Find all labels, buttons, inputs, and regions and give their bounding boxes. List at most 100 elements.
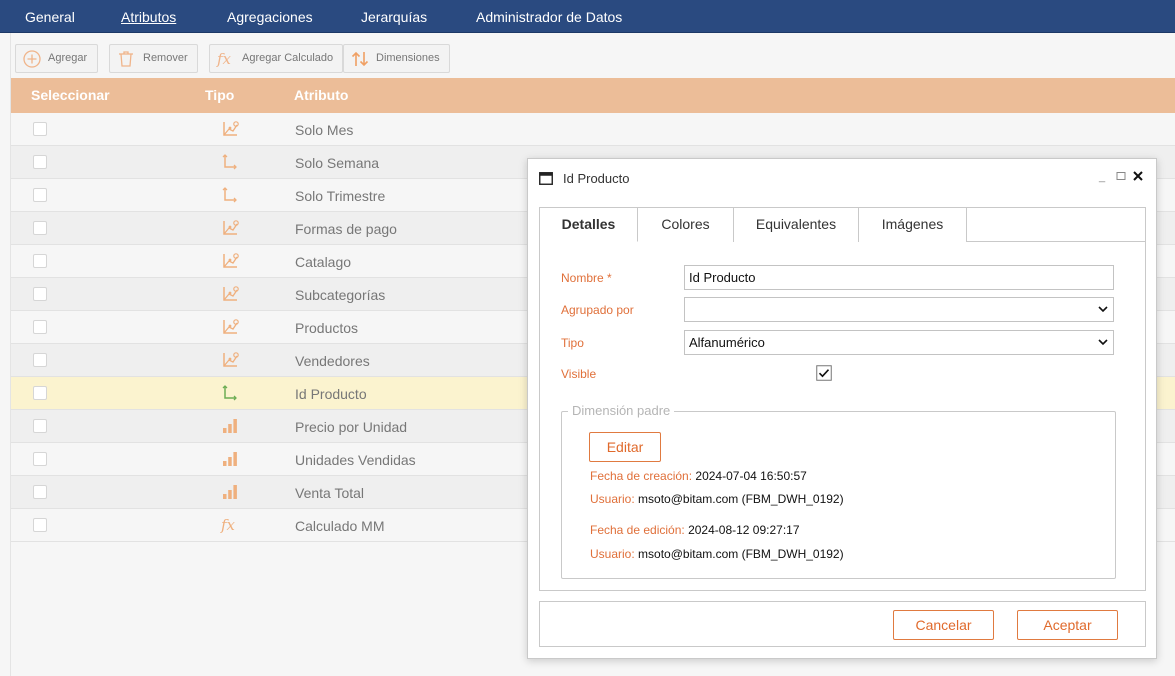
tab-equivalentes[interactable]: Equivalentes (734, 208, 859, 242)
cancel-button[interactable]: Cancelar (893, 610, 994, 640)
bar-measure-icon (223, 419, 237, 433)
row-select-checkbox[interactable] (33, 287, 47, 301)
attribute-dialog: Id Producto _ Detalles Colores Equivalen… (527, 158, 1157, 659)
attribute-name: Formas de pago (295, 221, 397, 237)
visible-checkbox[interactable] (816, 365, 832, 381)
remove-button-label: Remover (143, 52, 188, 64)
chevron-down-icon (1098, 339, 1108, 346)
hierarchy-dimension-icon (223, 319, 239, 334)
tipo-label: Tipo (561, 336, 584, 350)
creation-user: Usuario: msoto@bitam.com (FBM_DWH_0192) (590, 492, 844, 506)
tab-imagenes[interactable]: Imágenes (859, 208, 967, 242)
nav-general[interactable]: General (25, 0, 75, 33)
row-select-checkbox[interactable] (33, 419, 47, 433)
nav-administrador-datos[interactable]: Administrador de Datos (476, 0, 622, 33)
parent-dimension-legend: Dimensión padre (568, 403, 675, 418)
edit-date: Fecha de edición: 2024-08-12 09:27:17 (590, 523, 800, 537)
col-seleccionar[interactable]: Seleccionar (31, 87, 110, 103)
row-select-checkbox[interactable] (33, 485, 47, 499)
attribute-name: Solo Mes (295, 122, 354, 138)
row-select-checkbox[interactable] (33, 353, 47, 367)
col-atributo[interactable]: Atributo (294, 87, 348, 103)
tipo-select-value: Alfanumérico (689, 335, 765, 350)
grid-header: Seleccionar Tipo Atributo (11, 78, 1175, 113)
required-mark: * (607, 271, 612, 285)
attribute-name: Calculado MM (295, 518, 385, 534)
edit-date-value: 2024-08-12 09:27:17 (688, 523, 800, 537)
tab-colores[interactable]: Colores (638, 208, 734, 242)
row-select-checkbox[interactable] (33, 221, 47, 235)
bar-measure-icon (223, 452, 237, 466)
row-select-checkbox[interactable] (33, 518, 47, 532)
row-select-checkbox[interactable] (33, 155, 47, 169)
tab-detalles[interactable]: Detalles (540, 208, 638, 242)
creation-date: Fecha de creación: 2024-07-04 16:50:57 (590, 469, 807, 483)
add-button-label: Agregar (48, 52, 88, 64)
nombre-label-text: Nombre (561, 271, 604, 285)
minimize-button[interactable]: _ (1099, 171, 1105, 183)
edit-date-label: Fecha de edición: (590, 523, 685, 537)
edit-user-label: Usuario: (590, 547, 635, 561)
add-button[interactable]: Agregar (15, 44, 98, 73)
col-tipo[interactable]: Tipo (205, 87, 234, 103)
dimensions-button[interactable]: Dimensiones (343, 44, 450, 73)
visible-label: Visible (561, 367, 597, 381)
dialog-footer: Cancelar Aceptar (539, 601, 1146, 647)
attribute-name: Unidades Vendidas (295, 452, 416, 468)
row-select-checkbox[interactable] (33, 254, 47, 268)
plus-circle-icon (23, 50, 41, 68)
row-select-checkbox[interactable] (33, 320, 47, 334)
attribute-name: Id Producto (295, 386, 367, 402)
svg-text:fx: fx (216, 50, 232, 68)
close-icon[interactable] (1132, 170, 1144, 182)
axis-dimension-icon (222, 187, 237, 203)
axis-dimension-icon (222, 385, 237, 401)
nav-atributos[interactable]: Atributos (121, 0, 176, 33)
row-select-checkbox[interactable] (33, 386, 47, 400)
creation-date-value: 2024-07-04 16:50:57 (695, 469, 807, 483)
nav-jerarquias[interactable]: Jerarquías (361, 0, 427, 33)
agrupado-select[interactable] (684, 297, 1114, 322)
nav-agregaciones[interactable]: Agregaciones (227, 0, 313, 33)
accept-button[interactable]: Aceptar (1017, 610, 1118, 640)
fx-icon: fx (216, 50, 232, 68)
axis-dimension-icon (222, 154, 237, 170)
nombre-label: Nombre * (561, 271, 612, 285)
attribute-name: Catalago (295, 254, 352, 270)
edit-button[interactable]: Editar (589, 432, 661, 462)
attribute-name: Solo Semana (295, 155, 380, 171)
tipo-select[interactable]: Alfanumérico (684, 330, 1114, 355)
hierarchy-dimension-icon (223, 121, 239, 136)
maximize-icon[interactable] (1116, 171, 1126, 181)
attribute-name: Venta Total (295, 485, 365, 501)
edit-user: Usuario: msoto@bitam.com (FBM_DWH_0192) (590, 547, 844, 561)
hierarchy-dimension-icon (223, 220, 239, 235)
row-select-checkbox[interactable] (33, 122, 47, 136)
chevron-down-icon (1098, 306, 1108, 313)
attribute-name: Productos (295, 320, 359, 336)
nombre-input[interactable]: Id Producto (684, 265, 1114, 290)
attribute-name: Subcategorías (295, 287, 386, 303)
attribute-name: Vendedores (295, 353, 370, 369)
fx-calculated-icon: fx (220, 516, 236, 534)
attribute-name: Solo Trimestre (295, 188, 386, 204)
creation-user-value: msoto@bitam.com (FBM_DWH_0192) (638, 492, 844, 506)
bar-measure-icon (223, 485, 237, 499)
creation-date-label: Fecha de creación: (590, 469, 693, 483)
dimensions-label: Dimensiones (376, 52, 440, 64)
row-select-checkbox[interactable] (33, 188, 47, 202)
svg-text:fx: fx (220, 516, 236, 534)
top-nav: General Atributos Agregaciones Jerarquía… (0, 0, 1175, 33)
add-calculated-label: Agregar Calculado (242, 52, 334, 64)
hierarchy-dimension-icon (223, 253, 239, 268)
hierarchy-dimension-icon (223, 352, 239, 367)
sort-arrows-icon (351, 51, 369, 67)
nombre-input-value: Id Producto (689, 270, 756, 285)
add-calculated-button[interactable]: fx Agregar Calculado (209, 44, 343, 73)
remove-button[interactable]: Remover (109, 44, 198, 73)
parent-dimension-fieldset: Dimensión padre Editar Fecha de creación… (561, 403, 1116, 579)
dialog-title: Id Producto (563, 171, 630, 186)
table-row[interactable]: Solo Mes (11, 113, 1175, 146)
hierarchy-dimension-icon (223, 286, 239, 301)
row-select-checkbox[interactable] (33, 452, 47, 466)
